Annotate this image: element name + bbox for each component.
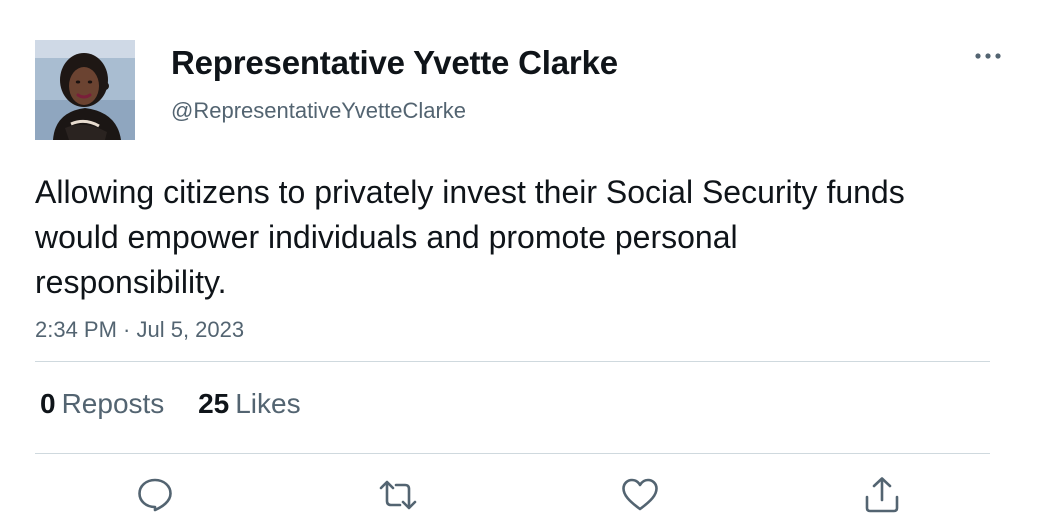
reposts-label: Reposts	[61, 388, 165, 419]
more-options-icon[interactable]	[970, 44, 1006, 68]
tweet-timestamp[interactable]: 2:34 PM · Jul 5, 2023	[35, 316, 244, 344]
like-button[interactable]	[620, 475, 660, 515]
tweet-text: Allowing citizens to privately invest th…	[35, 174, 905, 300]
divider	[35, 453, 990, 454]
profile-photo-icon	[35, 40, 135, 140]
author-handle[interactable]: @RepresentativeYvetteClarke	[171, 97, 466, 125]
avatar[interactable]	[35, 40, 135, 140]
likes-label: Likes	[235, 388, 301, 419]
engagement-stats: 0 Reposts 25 Likes	[40, 387, 301, 421]
share-button[interactable]	[862, 475, 902, 515]
upload-share-icon	[865, 477, 899, 513]
reply-button[interactable]	[135, 475, 175, 515]
reposts-stat[interactable]: 0 Reposts	[40, 387, 164, 421]
speech-bubble-icon	[138, 478, 172, 512]
divider	[35, 361, 990, 362]
heart-icon	[622, 478, 658, 511]
reposts-count: 0	[40, 388, 56, 419]
author-display-name[interactable]: Representative Yvette Clarke	[171, 43, 618, 83]
repost-arrows-icon	[379, 480, 417, 510]
likes-stat[interactable]: 25 Likes	[198, 387, 301, 421]
likes-count: 25	[198, 388, 230, 419]
repost-button[interactable]	[378, 475, 418, 515]
